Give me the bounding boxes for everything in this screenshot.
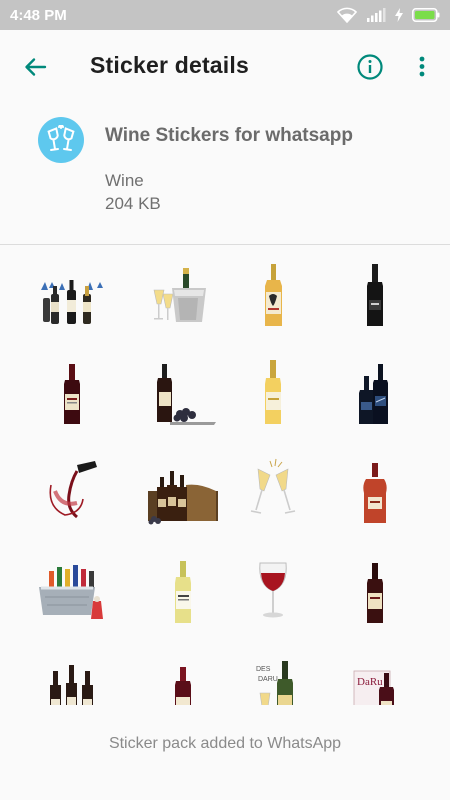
pack-tray-icon bbox=[38, 117, 84, 163]
status-bar: 4:48 PM bbox=[0, 0, 450, 30]
signal-icon bbox=[366, 8, 386, 22]
three-wine-bottles-sticker[interactable] bbox=[37, 260, 107, 330]
pack-publisher: Wine bbox=[105, 171, 144, 190]
pack-added-message: Sticker pack added to WhatsApp bbox=[108, 735, 342, 752]
champagne-bucket-sticker[interactable] bbox=[148, 260, 218, 330]
white-label-bottle-sticker[interactable] bbox=[148, 557, 218, 627]
white-wine-bottle-sticker[interactable] bbox=[238, 358, 308, 428]
two-dark-bottles-sticker[interactable] bbox=[340, 358, 410, 428]
champagne-toast-sticker[interactable] bbox=[238, 457, 308, 527]
info-button[interactable] bbox=[355, 52, 385, 82]
ice-tub-bottles-sticker[interactable] bbox=[37, 557, 107, 627]
more-options-button[interactable] bbox=[412, 52, 432, 82]
bottom-bar: Sticker pack added to WhatsApp bbox=[0, 705, 450, 800]
charging-icon bbox=[395, 8, 403, 22]
battery-icon bbox=[412, 8, 440, 22]
svg-text:DaRu: DaRu bbox=[357, 676, 383, 688]
cognac-bottle-sticker[interactable] bbox=[340, 457, 410, 527]
arrow-back-icon bbox=[25, 58, 47, 76]
label-card-bottle-sticker[interactable]: DaRu bbox=[340, 657, 410, 705]
svg-text:DES: DES bbox=[256, 666, 271, 673]
sticker-grid: DES DARU DaRu bbox=[0, 245, 450, 705]
info-icon bbox=[357, 54, 383, 80]
svg-text:DARU: DARU bbox=[258, 676, 278, 683]
pack-header: Wine Stickers for whatsapp Wine 204 KB bbox=[0, 105, 450, 245]
champagne-glass-bottle-sticker[interactable]: DES DARU bbox=[238, 657, 308, 705]
wine-pour-sticker[interactable] bbox=[37, 457, 107, 527]
status-icons bbox=[337, 7, 440, 23]
red-wine-bottle-sticker[interactable] bbox=[37, 358, 107, 428]
back-button[interactable] bbox=[20, 52, 50, 82]
wine-glasses-toast-icon bbox=[47, 125, 75, 151]
red-wine-glass-sticker[interactable] bbox=[238, 557, 308, 627]
three-bottles-sticker[interactable] bbox=[37, 657, 107, 705]
red-wine-small-sticker[interactable] bbox=[148, 657, 218, 705]
bordeaux-bottle-sticker[interactable] bbox=[340, 557, 410, 627]
bottle-with-grapes-sticker[interactable] bbox=[148, 358, 218, 428]
app-bar: Sticker details bbox=[0, 30, 450, 105]
wifi-icon bbox=[337, 7, 357, 23]
status-time: 4:48 PM bbox=[10, 6, 67, 24]
pack-name: Wine Stickers for whatsapp bbox=[105, 125, 353, 146]
pack-size: 204 KB bbox=[105, 194, 161, 213]
page-title: Sticker details bbox=[90, 52, 249, 78]
dark-bottle-sticker[interactable] bbox=[340, 260, 410, 330]
yellow-label-bottle-sticker[interactable] bbox=[238, 260, 308, 330]
bottles-barrel-sticker[interactable] bbox=[148, 457, 218, 527]
more-vert-icon bbox=[419, 56, 425, 77]
